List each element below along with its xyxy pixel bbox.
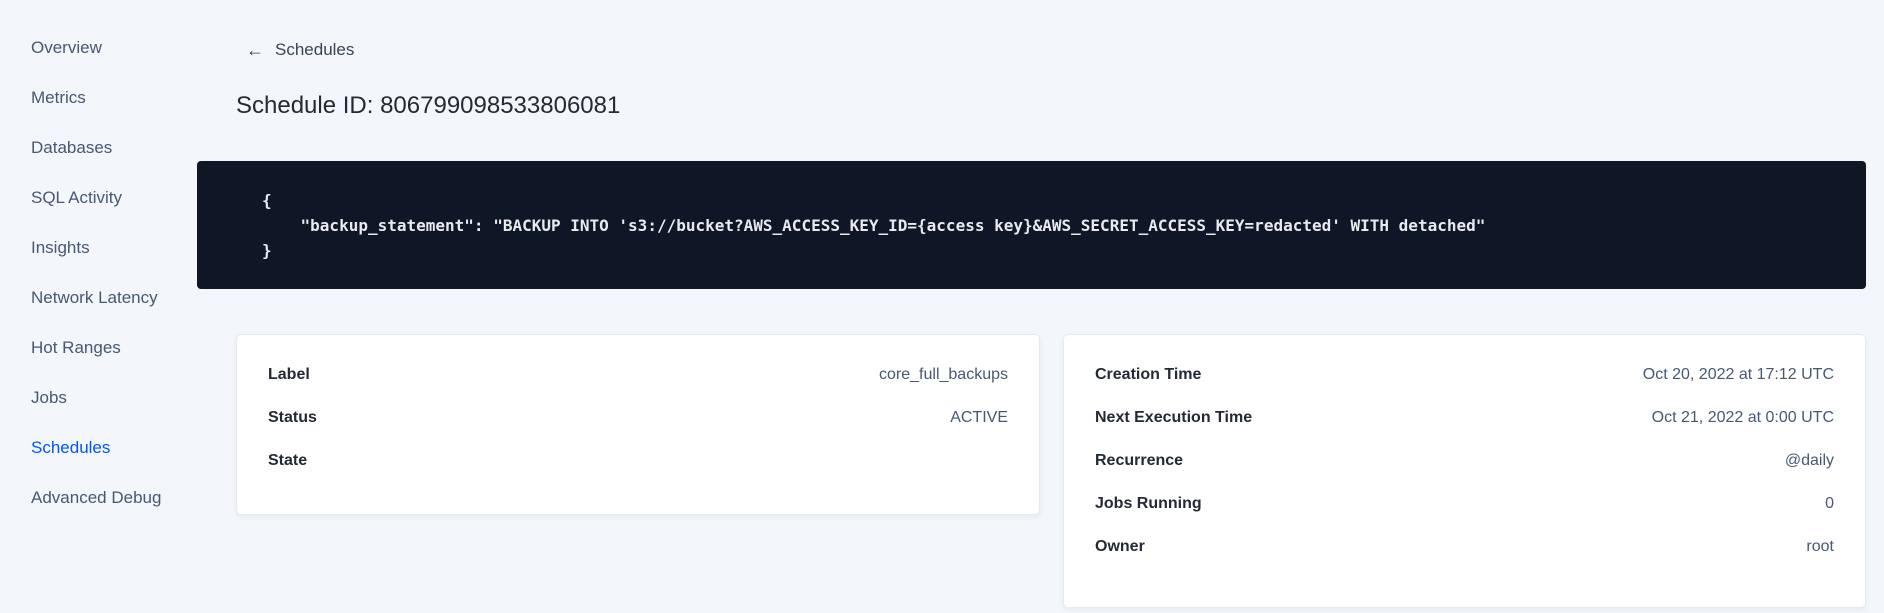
detail-row-value: Oct 20, 2022 at 17:12 UTC	[1642, 365, 1834, 383]
sidebar-item-metrics[interactable]: Metrics	[0, 73, 190, 123]
sidebar-nav-list: Overview Metrics Databases SQL Activity Insi…	[0, 23, 190, 523]
sidebar-item-overview[interactable]: Overview	[0, 23, 190, 73]
main-content: ← Schedules Schedule ID: 806799098533806…	[190, 0, 1884, 613]
sidebar-item-advanced-debug[interactable]: Advanced Debug	[0, 473, 190, 523]
sidebar-item-insights[interactable]: Insights	[0, 223, 190, 273]
detail-row-value: Oct 21, 2022 at 0:00 UTC	[1651, 408, 1834, 426]
sidebar-item-schedules[interactable]: Schedules	[0, 423, 190, 473]
back-arrow-icon: ←	[246, 40, 264, 60]
detail-row-label: Owner	[1095, 537, 1145, 555]
sidebar-item-jobs[interactable]: Jobs	[0, 373, 190, 423]
detail-row-value: ACTIVE	[950, 408, 1008, 426]
schedule-timing-card: Creation Time Oct 20, 2022 at 17:12 UTC …	[1063, 334, 1866, 608]
sidebar-item-sql-activity[interactable]: SQL Activity	[0, 173, 190, 223]
sidebar-item-network-latency[interactable]: Network Latency	[0, 273, 190, 323]
detail-row: Recurrence @daily	[1095, 439, 1834, 482]
detail-row: Jobs Running 0	[1095, 482, 1834, 525]
detail-row-label: Recurrence	[1095, 451, 1184, 469]
detail-row: Label core_full_backups	[268, 353, 1008, 396]
detail-row-value: root	[1806, 537, 1834, 555]
detail-row-label: State	[268, 451, 308, 469]
back-link-schedules[interactable]: ← Schedules	[246, 40, 354, 60]
detail-row: Creation Time Oct 20, 2022 at 17:12 UTC	[1095, 353, 1834, 396]
detail-row-label: Creation Time	[1095, 365, 1202, 383]
detail-row-label: Next Execution Time	[1095, 408, 1253, 426]
schedule-attributes-card: Label core_full_backups Status ACTIVE St…	[236, 334, 1040, 515]
back-link-label: Schedules	[275, 40, 355, 59]
detail-row-value: @daily	[1784, 451, 1834, 469]
page-title: Schedule ID: 806799098533806081	[236, 92, 621, 119]
schedule-attributes-rows: Label core_full_backups Status ACTIVE St…	[268, 353, 1008, 482]
detail-row: Next Execution Time Oct 21, 2022 at 0:00…	[1095, 396, 1834, 439]
detail-row: Status ACTIVE	[268, 396, 1008, 439]
sidebar-item-databases[interactable]: Databases	[0, 123, 190, 173]
sidebar-item-hot-ranges[interactable]: Hot Ranges	[0, 323, 190, 373]
sidebar: Overview Metrics Databases SQL Activity Insi…	[0, 0, 190, 613]
detail-row-value: 0	[1825, 494, 1834, 512]
detail-row: Owner root	[1095, 525, 1834, 568]
detail-row-label: Jobs Running	[1095, 494, 1202, 512]
detail-row-value: core_full_backups	[879, 365, 1008, 383]
schedule-timing-rows: Creation Time Oct 20, 2022 at 17:12 UTC …	[1095, 353, 1834, 568]
detail-row-label: Label	[268, 365, 310, 383]
detail-row-label: Status	[268, 408, 317, 426]
schedule-definition-code-block: { "backup_statement": "BACKUP INTO 's3:/…	[197, 161, 1866, 289]
summary-cards: Label core_full_backups Status ACTIVE St…	[236, 334, 1866, 608]
detail-row: State	[268, 439, 1008, 482]
